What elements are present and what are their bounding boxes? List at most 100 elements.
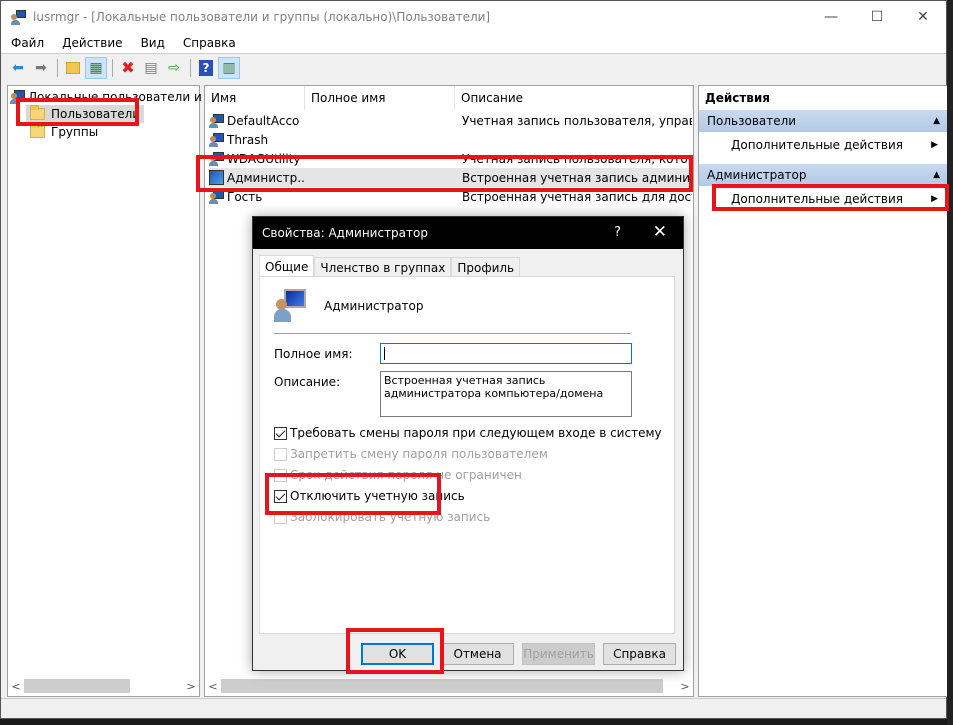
checkbox[interactable] [274,489,287,503]
menu-file[interactable]: Файл [3,36,52,50]
back-button[interactable]: ⬅ [7,57,29,79]
scroll-thumb[interactable] [24,679,130,693]
properties-dialog: Свойства: Администратор ? ✕ Общие Членст… [252,216,684,671]
actions-item-label: Дополнительные действия [731,192,904,206]
show-hide-tree-icon: ▦ [89,59,103,76]
tab-profile[interactable]: Профиль [451,257,521,277]
desktop-edge [947,0,953,725]
checkbox-require-password-change[interactable]: Требовать смены пароля при следующем вхо… [274,426,662,440]
tree-item-label: Пользователи [51,107,141,121]
show-hide-action-pane-button[interactable]: ▥ [218,56,240,79]
user-name: DefaultAcco [227,113,300,128]
column-header-name[interactable]: Имя [205,86,305,110]
up-one-level-button[interactable] [62,57,84,79]
user-description: Встроенная учетная запись администрат... [462,170,692,185]
window-title: lusrmgr - [Локальные пользователи и груп… [33,9,491,24]
column-header-description[interactable]: Описание [455,86,693,110]
user-name: Thrash [227,132,269,147]
menu-view[interactable]: Вид [133,36,173,50]
menu-action[interactable]: Действие [54,36,130,50]
properties-button[interactable]: ▤ [140,57,162,79]
checkbox [274,447,287,461]
show-hide-tree-button[interactable]: ▦ [85,56,107,79]
list-row[interactable]: Гость Встроенная учетная запись для дост… [209,187,693,206]
tree-hscrollbar[interactable]: < > [8,678,199,694]
minimize-icon: — [824,8,838,25]
close-button[interactable]: ✕ [900,1,946,32]
user-name: Гость [227,189,263,204]
close-icon[interactable]: ✕ [653,222,667,242]
checkbox-label: Отключить учетную запись [290,489,465,503]
user-icon [209,151,225,167]
divider [274,333,631,334]
checkbox-account-disabled[interactable]: Отключить учетную запись [274,489,465,503]
actions-group-label: Пользователи [707,114,797,128]
tab-general[interactable]: Общие [259,255,315,277]
checkbox-label: Заблокировать учетную запись [290,510,491,524]
tree-item-groups[interactable]: Группы [30,123,98,141]
actions-item-label: Дополнительные действия [731,138,904,152]
actions-item-more-actions[interactable]: Дополнительные действия ▶ [699,134,948,156]
list-row[interactable]: Thrash [209,130,693,149]
scroll-right-icon[interactable]: > [677,680,693,693]
list-row[interactable]: WDAGUtility Учетная запись пользователя,… [209,149,693,168]
actions-pane: Действия Пользователи ▲ Дополнительные д… [698,85,948,697]
checkbox [274,510,287,524]
scroll-right-icon[interactable]: > [183,680,199,693]
actions-group-users[interactable]: Пользователи ▲ [699,110,948,132]
user-icon [209,189,225,205]
full-name-input[interactable] [380,343,632,364]
list-hscrollbar[interactable]: < > [205,678,693,694]
column-header-full-name[interactable]: Полное имя [305,86,455,110]
help-button[interactable]: Справка [603,643,676,665]
collapse-icon[interactable]: ▲ [933,170,940,180]
user-description: Учетная запись пользователя, управляе... [462,113,692,128]
tree-item-label: Группы [51,125,99,139]
maximize-icon: ☐ [870,8,884,25]
export-list-button[interactable]: ⇨ [163,57,185,79]
local-users-groups-icon [10,89,26,105]
scroll-left-icon[interactable]: < [205,680,221,693]
checkbox [274,468,287,482]
description-input[interactable]: Встроенная учетная запись администратора… [380,371,632,417]
maximize-button[interactable]: ☐ [854,1,900,32]
user-icon [209,132,225,148]
list-row[interactable]: DefaultAcco Учетная запись пользователя,… [209,111,693,130]
checkbox-password-never-expires: Срок действия пароля не ограничен [274,468,522,482]
help-icon[interactable]: ? [614,225,621,240]
checkbox-label: Требовать смены пароля при следующем вхо… [290,426,662,440]
show-hide-action-pane-icon: ▥ [222,59,236,76]
checkbox[interactable] [274,426,287,440]
tab-member-of[interactable]: Членство в группах [314,257,452,277]
disabled-user-icon [209,169,225,186]
title-bar: lusrmgr - [Локальные пользователи и груп… [1,1,946,32]
apply-button: Применить [522,643,595,665]
help-button[interactable]: ? [195,57,217,79]
list-row-selected[interactable]: Администр... Встроенная учетная запись а… [209,168,693,187]
actions-item-more-actions-admin[interactable]: Дополнительные действия ▶ [699,188,948,210]
toolbar-separator [112,58,113,77]
tree-item-users[interactable]: Пользователи [26,105,145,123]
close-icon: ✕ [917,8,929,25]
menu-help[interactable]: Справка [175,36,244,50]
collapse-icon[interactable]: ▲ [933,116,940,126]
folder-icon [30,105,45,120]
dialog-tabs: Общие Членство в группах Профиль [259,255,521,277]
submenu-arrow-icon: ▶ [931,140,938,150]
forward-button[interactable]: ➡ [30,57,52,79]
actions-group-administrator[interactable]: Администратор ▲ [699,164,948,186]
ok-button[interactable]: OK [361,643,434,665]
dialog-title-bar: Свойства: Администратор ? ✕ [253,217,683,249]
delete-icon: ✖ [121,58,135,77]
checkbox-label: Срок действия пароля не ограничен [290,468,522,482]
export-list-icon: ⇨ [168,59,180,76]
scroll-left-icon[interactable]: < [8,680,24,693]
toolbar-separator [57,58,58,77]
user-account-name: Администратор [324,299,424,313]
minimize-button[interactable]: — [808,1,854,32]
dialog-title: Свойства: Администратор [262,226,428,240]
scroll-thumb[interactable] [221,679,663,693]
cancel-button[interactable]: Отмена [441,643,514,665]
user-icon [209,113,225,129]
delete-button[interactable]: ✖ [117,57,139,79]
